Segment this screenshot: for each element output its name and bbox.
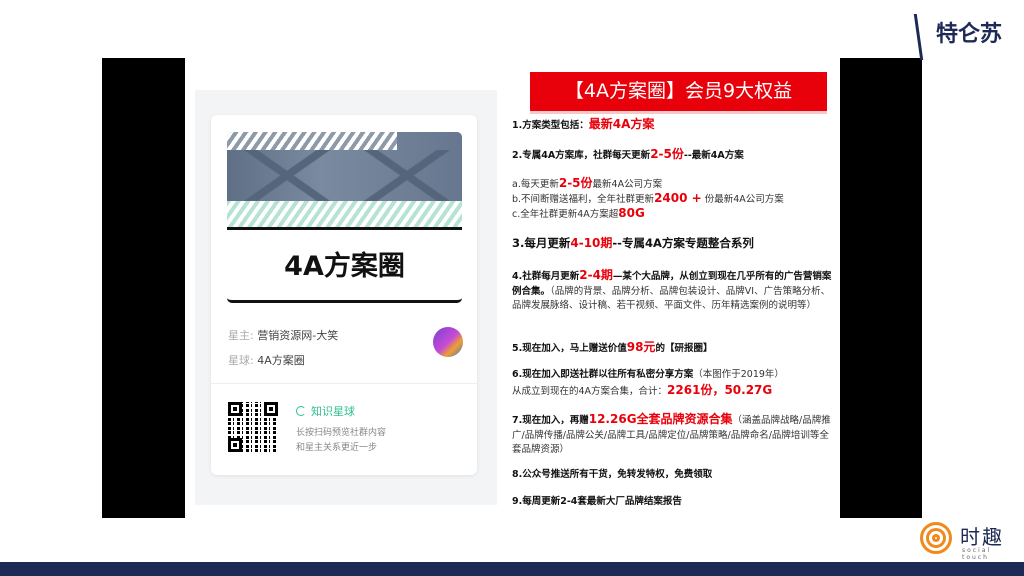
planet-value: 4A方案圈 (257, 354, 305, 367)
brand-label: 知识星球 (311, 405, 355, 418)
qr-finder (228, 402, 242, 416)
right-black-bar (840, 58, 922, 518)
benefit-item: 4.社群每月更新2-4期—某个大品牌，从创立到现在几乎所有的广告营销案例合集。（… (512, 268, 832, 314)
benefit-text: 98元 (626, 340, 656, 354)
logo-subtitle: social touch (962, 547, 992, 561)
benefit-text: 的【研报圈】 (655, 343, 713, 354)
benefit-text: 最新4A方案 (588, 117, 655, 131)
logo-text: 特仑苏 (936, 22, 1003, 47)
avatar (433, 327, 463, 357)
benefit-text: 2-5份 (558, 176, 593, 190)
benefit-item: 3.每月更新4-10期--专属4A方案专题整合系列 (512, 236, 832, 251)
benefit-text: --最新4A方案 (683, 150, 744, 161)
benefit-text: b.不间断赠送福利，全年社群更新 (512, 194, 655, 205)
benefit-text: 最新4A公司方案 (592, 179, 663, 190)
benefit-text: 4.社群每月更新 (512, 271, 580, 282)
benefit-text: （本图作于2019年） (693, 369, 784, 380)
benefit-text: 4-10期 (570, 236, 613, 250)
benefit-text: 份最新4A公司方案 (701, 194, 784, 205)
cover-image: 4A方案圈 (227, 132, 462, 303)
benefit-text: 2.专属4A方案库，社群每天更新 (512, 150, 651, 161)
benefit-text: 3.每月更新 (512, 236, 571, 250)
qr-finder (264, 402, 278, 416)
benefit-text: 7.现在加入，再赠 (512, 415, 589, 426)
qr-finder (228, 438, 242, 452)
owner-value: 营销资源网-大笑 (257, 329, 339, 342)
benefit-item: 2.专属4A方案库，社群每天更新2-5份--最新4A方案 (512, 147, 832, 164)
benefit-text: 12.26G全套品牌资源合集 (588, 412, 733, 426)
benefit-item: 5.现在加入，马上赠送价值98元的【研报圈】 (512, 340, 832, 357)
benefit-text: 9.每周更新2-4套最新大厂品牌结案报告 (512, 496, 682, 507)
benefit-text: a.每天更新 (512, 179, 559, 190)
benefit-item: 1.方案类型包括：最新4A方案 (512, 117, 832, 134)
benefit-item: 8.公众号推送所有干货，免转发特权，免费领取 (512, 468, 832, 483)
benefit-text: 2261份，50.27G (667, 382, 773, 397)
benefit-item: 9.每周更新2-4套最新大厂品牌结案报告 (512, 495, 832, 510)
planet-label: 星球: (228, 354, 254, 367)
benefit-text: （品牌的背景、品牌分析、品牌包装设计、品牌VI、广告策略分析、品牌发展脉络、设计… (512, 285, 831, 312)
knowledge-planet-brand: 知识星球 (296, 403, 355, 419)
planet-row: 星球: 4A方案圈 (228, 352, 305, 368)
planet-logo-icon (296, 406, 306, 416)
benefit-text: 2-5份 (650, 147, 684, 161)
cover-title: 4A方案圈 (284, 251, 405, 282)
owner-label: 星主: (228, 329, 254, 342)
benefit-text: 8.公众号推送所有干货，免转发特权，免费领取 (512, 469, 713, 480)
benefit-text: 5.现在加入，马上赠送价值 (512, 343, 627, 354)
benefit-text: 6.现在加入即送社群以往所有私密分享方案 (512, 369, 694, 380)
logo-name: 时趣 (960, 525, 1004, 549)
benefit-text: 1.方案类型包括： (512, 120, 589, 131)
benefit-text: c.全年社群更新4A方案超 (512, 209, 619, 220)
benefit-text: 2400 + (654, 191, 702, 205)
swirl-icon (920, 522, 952, 554)
benefit-item: c.全年社群更新4A方案超80G (512, 206, 832, 223)
hint-line: 和星主关系更近一步 (296, 443, 378, 453)
benefit-text: 80G (618, 206, 645, 220)
benefit-text: 2-4期 (579, 268, 613, 282)
divider (211, 383, 477, 384)
benefit-text: 从成立到现在的4A方案合集，合计： (512, 385, 668, 397)
social-touch-logo: 时趣 social touch (920, 520, 1020, 561)
telunsu-logo: 特仑苏 (912, 14, 1022, 64)
banner-underline (530, 111, 827, 114)
benefit-item: 7.现在加入，再赠12.26G全套品牌资源合集（涵盖品牌战略/品牌推广/品牌传播… (512, 412, 832, 458)
benefit-text: --专属4A方案专题整合系列 (612, 236, 754, 250)
cover-photo (227, 132, 462, 201)
bottom-bar (0, 562, 1024, 576)
left-black-bar (102, 58, 185, 518)
planet-card[interactable]: 4A方案圈 星主: 营销资源网-大笑 星球: 4A方案圈 知识星球 长按扫码预览… (211, 115, 477, 475)
owner-row: 星主: 营销资源网-大笑 (228, 327, 338, 343)
benefit-item: 6.现在加入即送社群以往所有私密分享方案（本图作于2019年） 从成立到现在的4A… (512, 368, 832, 399)
cover-stripes (227, 201, 462, 230)
hint-line: 长按扫码预览社群内容 (296, 428, 387, 438)
benefits-banner: 【4A方案圈】会员9大权益 (530, 72, 827, 111)
